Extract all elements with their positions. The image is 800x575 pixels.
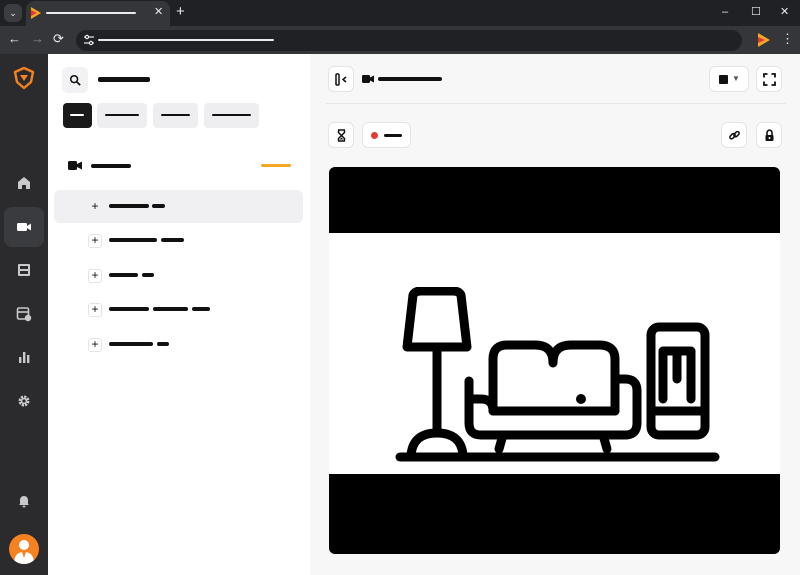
minimize-button[interactable]: –: [722, 5, 728, 19]
camera-group-header[interactable]: [68, 159, 294, 175]
hourglass-icon: [337, 128, 345, 142]
tab-search-button[interactable]: ⌄: [4, 4, 22, 22]
bell-icon: [19, 496, 29, 508]
tab-title: [46, 12, 136, 14]
group-accent-indicator: [261, 164, 291, 167]
video-camera-icon: [17, 223, 31, 231]
link-icon: [728, 130, 740, 140]
rail-item-cameras[interactable]: [4, 207, 44, 247]
sidebar-collapse-icon: [334, 72, 346, 86]
filter-chip[interactable]: [153, 103, 198, 128]
bar-chart-icon: [19, 352, 30, 363]
camera-list-item[interactable]: +: [54, 328, 303, 361]
site-settings-icon[interactable]: [83, 34, 95, 46]
camera-list-item[interactable]: +: [54, 224, 303, 257]
expand-button[interactable]: +: [88, 269, 102, 283]
user-avatar[interactable]: [9, 534, 39, 564]
shield-logo-icon[interactable]: [12, 66, 36, 90]
video-camera-icon: [68, 161, 82, 170]
lock-icon: [765, 128, 773, 141]
maximize-button[interactable]: ☐: [751, 5, 761, 19]
home-icon: [18, 177, 30, 189]
panel-title: [98, 77, 150, 82]
address-bar[interactable]: [76, 30, 742, 51]
filter-chip-all[interactable]: [63, 103, 92, 128]
lock-button[interactable]: [756, 122, 782, 148]
rail-item-notifications[interactable]: [4, 481, 44, 521]
person-icon: [14, 540, 34, 564]
rail-item-analytics[interactable]: [4, 337, 44, 377]
camera-list-item[interactable]: +: [54, 190, 303, 223]
live-indicator: [371, 132, 378, 139]
search-button[interactable]: [62, 67, 88, 93]
expand-button[interactable]: +: [88, 338, 102, 352]
camera-list-panel: + + + + +: [48, 54, 310, 575]
fullscreen-icon: [762, 72, 776, 86]
browser-tab[interactable]: ✕: [26, 1, 170, 26]
gear-icon: [18, 395, 30, 407]
close-window-button[interactable]: ✕: [780, 5, 789, 19]
tab-close-icon[interactable]: ✕: [154, 5, 163, 19]
timeline-button[interactable]: [328, 122, 354, 148]
rail-item-settings[interactable]: [4, 381, 44, 421]
share-link-button[interactable]: [721, 122, 747, 148]
expand-button[interactable]: +: [88, 303, 102, 317]
camera-view: ▼: [310, 54, 800, 575]
filter-chip[interactable]: [204, 103, 259, 128]
schedule-icon: [16, 307, 32, 322]
fullscreen-button[interactable]: [756, 66, 782, 92]
camera-name: [378, 77, 442, 81]
camera-list-item[interactable]: +: [54, 259, 303, 292]
camera-group-label: [91, 164, 131, 168]
rail-item-recordings[interactable]: [4, 250, 44, 290]
live-label: [384, 134, 402, 137]
tab-strip: ⌄ ✕ + – ☐ ✕: [0, 0, 800, 26]
extension-icon[interactable]: [758, 33, 770, 47]
layout-dropdown-icon: [719, 75, 728, 84]
video-player[interactable]: [329, 167, 780, 554]
collapse-panel-button[interactable]: [328, 66, 354, 92]
live-button[interactable]: [362, 122, 411, 148]
reload-button[interactable]: ⟳: [53, 31, 64, 47]
play-triangle-icon: [31, 7, 41, 19]
expand-button[interactable]: +: [88, 200, 102, 214]
layout-dropdown[interactable]: ▼: [709, 66, 749, 92]
browser-menu-button[interactable]: ⋮: [781, 31, 794, 47]
film-icon: [18, 264, 30, 276]
living-room-furniture-icon: [395, 287, 720, 462]
back-button[interactable]: ←: [8, 31, 21, 47]
video-camera-icon: [362, 75, 374, 83]
camera-list-item[interactable]: +: [54, 293, 303, 326]
search-icon: [69, 74, 81, 86]
browser-window: ⌄ ✕ + – ☐ ✕ ← → ⟳ ⋮ + + + + + ▼: [0, 0, 800, 575]
header-divider: [326, 103, 786, 104]
app-rail: [0, 54, 48, 575]
forward-button[interactable]: →: [31, 31, 44, 47]
rail-item-home[interactable]: [4, 163, 44, 203]
expand-button[interactable]: +: [88, 234, 102, 248]
url-text: [98, 39, 274, 41]
rail-item-schedule[interactable]: [4, 294, 44, 334]
new-tab-button[interactable]: +: [176, 3, 185, 21]
filter-chip[interactable]: [97, 103, 147, 128]
chevron-down-icon: ▼: [732, 74, 740, 83]
browser-toolbar: ← → ⟳ ⋮: [0, 26, 800, 54]
